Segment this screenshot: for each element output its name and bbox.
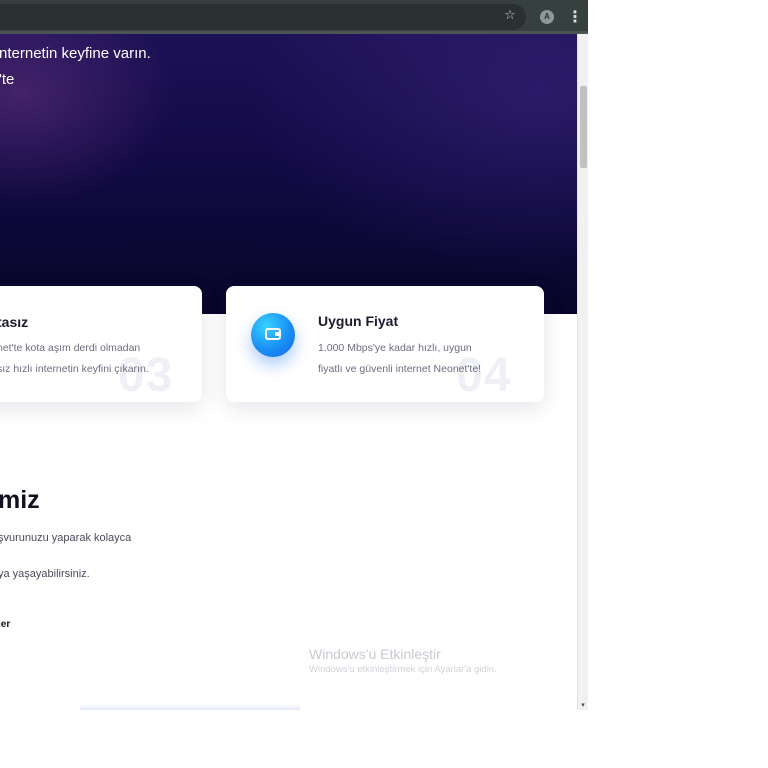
scrollbar-thumb[interactable] (580, 86, 587, 168)
feature-card-number: 04 (456, 349, 512, 402)
page-scrollbar[interactable]: ▾ (577, 34, 588, 710)
scroll-down-arrow-icon[interactable]: ▾ (579, 701, 587, 709)
section-title: miz (0, 486, 40, 514)
feature-card-number: 03 (118, 349, 174, 402)
feature-card-title: tasız (0, 314, 29, 330)
feature-card-unlimited: 03 tasız net'te kota aşım derdi olmadan … (0, 286, 202, 402)
next-card-edge (80, 704, 300, 710)
windows-activation-subtitle: Windows'u etkinleştirmek için Ayarlar'a … (309, 664, 497, 675)
section-text-line-2: ya yaşayabilirsiniz. (0, 568, 90, 580)
hero-banner: nternetin keyfine varın. 'te (0, 34, 577, 314)
hero-text-line-2: 'te (0, 71, 15, 88)
hero-text-line-1: nternetin keyfine varın. (0, 45, 151, 62)
profile-avatar[interactable]: A (540, 10, 554, 24)
feature-card-text-line-2: sız hızlı internetin keyfini çıkarın. (0, 363, 149, 375)
wallet-icon (265, 328, 281, 340)
browser-toolbar: ☆ A ⋮ (0, 0, 588, 34)
feature-card-text-line-1: 1.000 Mbps'ye kadar hızlı, uygun (318, 342, 472, 354)
address-bar[interactable] (0, 4, 526, 30)
section-text-line-1: şvurunuzu yaparak kolayca (0, 532, 132, 544)
feature-card-text-line-1: net'te kota aşım derdi olmadan (0, 342, 141, 354)
windows-activation-title: Windows'u Etkinleştir (309, 646, 441, 662)
page-viewport: nternetin keyfine varın. 'te 03 tasız ne… (0, 34, 577, 710)
wallet-badge (251, 313, 295, 357)
section-link[interactable]: ler (0, 619, 10, 630)
feature-card-affordable-price: 04 Uygun Fiyat 1.000 Mbps'ye kadar hızlı… (226, 286, 544, 402)
feature-card-text-line-2: fiyatlı ve güvenli internet Neonet'te! (318, 363, 482, 375)
browser-menu-icon[interactable]: ⋮ (567, 8, 583, 26)
feature-card-title: Uygun Fiyat (318, 313, 399, 329)
bookmark-star-icon[interactable]: ☆ (503, 9, 517, 23)
browser-window: ☆ A ⋮ nternetin keyfine varın. 'te 03 ta… (0, 0, 588, 710)
